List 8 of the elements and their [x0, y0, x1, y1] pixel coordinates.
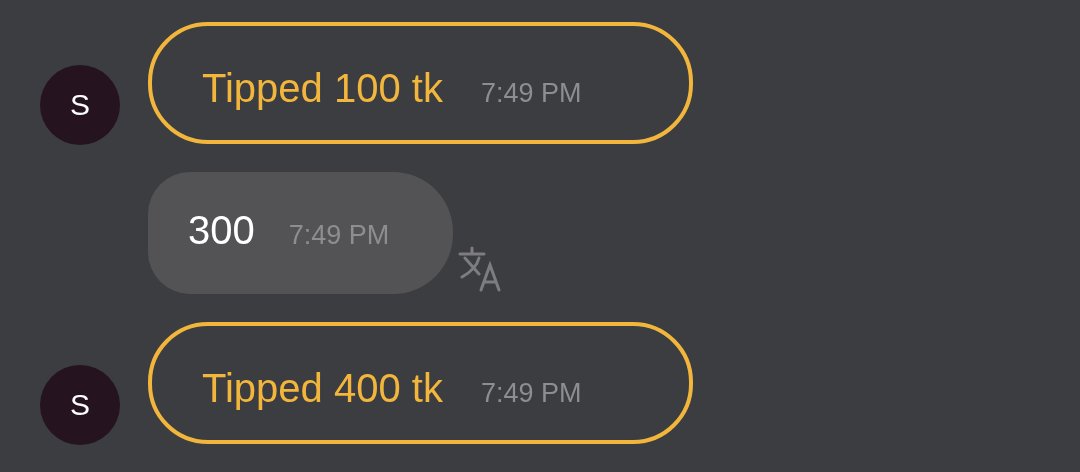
- message-text: Tipped 400 tk: [202, 366, 443, 411]
- message-time: 7:49 PM: [480, 378, 582, 409]
- message-text: 300: [188, 208, 255, 253]
- avatar[interactable]: S: [40, 65, 120, 145]
- message-time: 7:49 PM: [480, 78, 582, 109]
- avatar[interactable]: S: [40, 365, 120, 445]
- message-text: Tipped 100 tk: [202, 66, 443, 111]
- message-time: 7:49 PM: [288, 220, 390, 251]
